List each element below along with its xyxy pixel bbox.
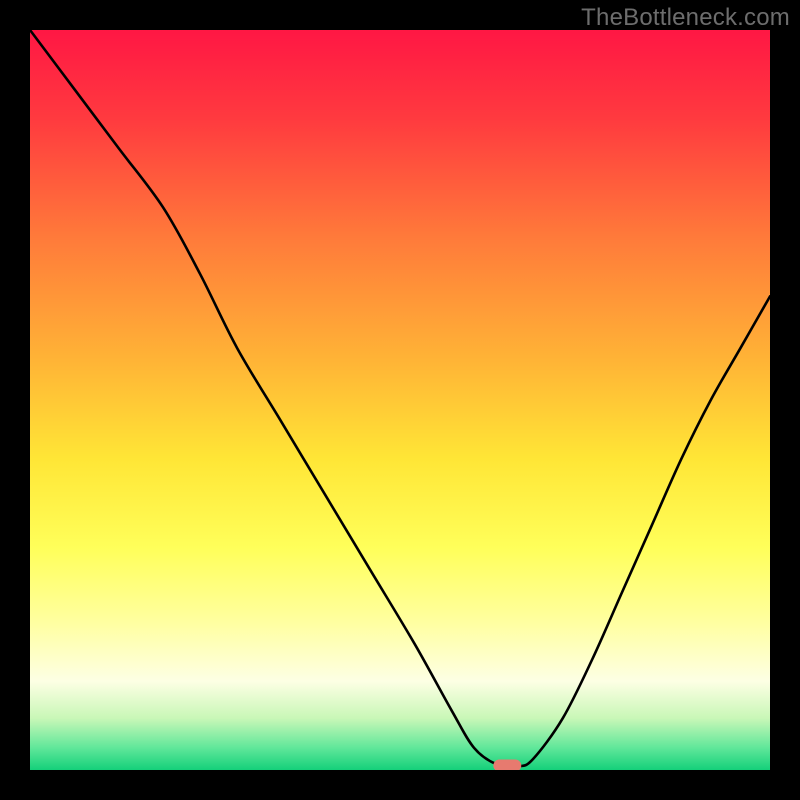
chart-background [30,30,770,770]
attribution-text: TheBottleneck.com [581,4,790,32]
optimal-marker [493,760,521,770]
chart-frame: TheBottleneck.com [0,0,800,800]
bottleneck-chart [30,30,770,770]
